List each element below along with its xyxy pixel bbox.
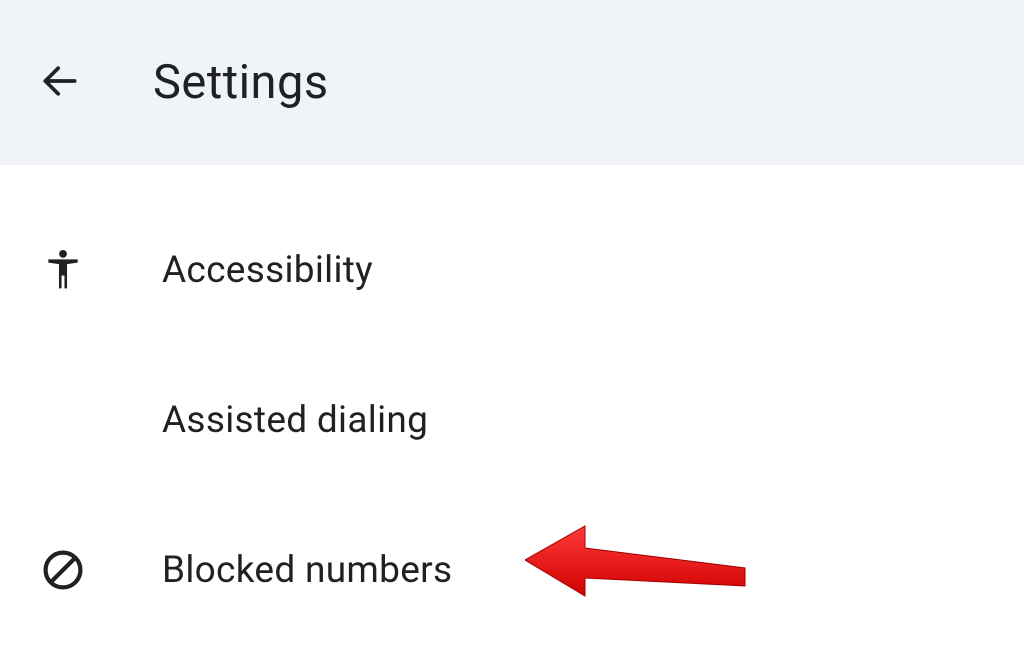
settings-item-assisted-dialing[interactable]: Assisted dialing bbox=[0, 345, 1024, 495]
settings-item-accessibility[interactable]: Accessibility bbox=[0, 195, 1024, 345]
empty-icon bbox=[38, 395, 88, 445]
settings-header: Settings bbox=[0, 0, 1024, 165]
settings-item-label: Accessibility bbox=[162, 249, 373, 292]
page-title: Settings bbox=[153, 55, 329, 110]
settings-item-label: Assisted dialing bbox=[162, 399, 428, 442]
block-icon bbox=[38, 545, 88, 595]
settings-item-label: Blocked numbers bbox=[162, 549, 452, 592]
back-arrow-icon bbox=[38, 59, 82, 107]
settings-list: Accessibility Assisted dialing Blocked n… bbox=[0, 165, 1024, 645]
back-button[interactable] bbox=[30, 53, 90, 113]
accessibility-icon bbox=[38, 245, 88, 295]
